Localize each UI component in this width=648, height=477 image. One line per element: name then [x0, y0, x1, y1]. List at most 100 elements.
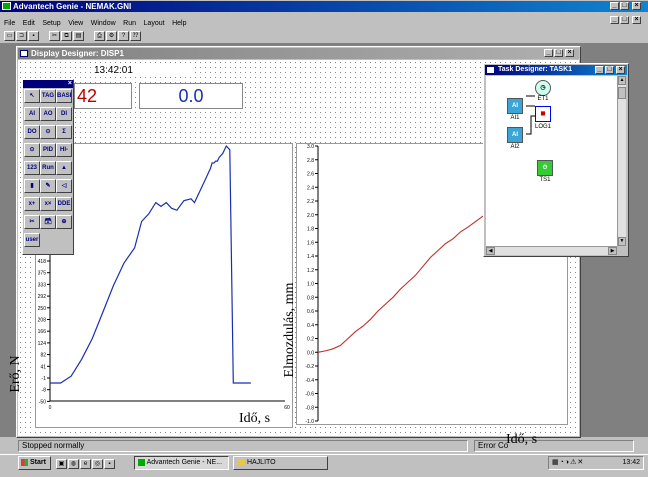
maximize-button[interactable]: □: [620, 2, 629, 10]
print-icon[interactable]: ⎙: [94, 31, 106, 41]
dd-minimize-button[interactable]: _: [544, 49, 553, 57]
media-icon[interactable]: ◎: [92, 459, 103, 469]
browser-icon[interactable]: ◍: [68, 459, 79, 469]
app-icon: [2, 2, 11, 10]
palette-tool-23[interactable]: ⊕: [56, 215, 72, 229]
minimize-button[interactable]: _: [610, 2, 619, 10]
menu-edit[interactable]: Edit: [23, 20, 35, 27]
force-value-display: 42: [74, 83, 132, 109]
palette-tool-11[interactable]: HI-LO: [56, 143, 72, 157]
menu-help[interactable]: Help: [172, 20, 186, 27]
force-y-tick-label: -1: [42, 376, 47, 382]
start-button[interactable]: Start: [18, 456, 51, 470]
menu-run[interactable]: Run: [123, 20, 136, 27]
td-vertical-scrollbar[interactable]: ▲ ▼: [617, 76, 626, 246]
app-title: Advantech Genie - NEMAK.GNI: [13, 2, 132, 11]
paste-icon[interactable]: ▤: [73, 31, 85, 41]
displacement-y-tick-label: 1.0: [307, 282, 314, 288]
palette-tool-4[interactable]: AO: [40, 107, 56, 121]
displacement-y-tick-label: 1.2: [307, 268, 314, 274]
menu-setup[interactable]: Setup: [42, 20, 60, 27]
dd-close-button[interactable]: ×: [565, 49, 574, 57]
force-y-tick-label: -50: [39, 399, 46, 405]
palette-tool-12[interactable]: 123: [24, 161, 40, 175]
config-icon[interactable]: ⚙: [106, 31, 118, 41]
copy-icon[interactable]: ⧉: [61, 31, 73, 41]
ie-icon[interactable]: e: [80, 459, 91, 469]
palette-tool-20[interactable]: DDE: [56, 197, 72, 211]
save-icon[interactable]: ▪: [28, 31, 39, 41]
force-x-tick-label: 60: [284, 405, 290, 411]
palette-tool-22[interactable]: 🗃: [40, 215, 56, 229]
doc-close-button[interactable]: ×: [632, 16, 641, 24]
cut-icon[interactable]: ✂: [49, 31, 61, 41]
palette-tool-3[interactable]: AI: [24, 107, 40, 121]
system-tray: ▦◔◑⚠✕ 13:42: [548, 456, 644, 470]
td-scroll-left-icon[interactable]: ◀: [486, 247, 495, 255]
palette-tool-6[interactable]: DO: [24, 125, 40, 139]
context-help-icon[interactable]: ⁇: [130, 31, 142, 41]
dd-maximize-button[interactable]: □: [554, 49, 563, 57]
taskbar-item-hajlito[interactable]: HAJLITO: [233, 456, 328, 470]
taskbar-item-genie[interactable]: Advantech Genie - NE...: [134, 456, 229, 470]
palette-tool-18[interactable]: x+: [24, 197, 40, 211]
folder-icon: [237, 459, 245, 466]
td-scroll-up-icon[interactable]: ▲: [618, 76, 626, 85]
palette-tool-13[interactable]: Run Avg: [40, 161, 56, 175]
displacement-y-tick-label: 2.6: [307, 172, 314, 178]
td-horizontal-scrollbar[interactable]: ◀ ▶: [486, 246, 617, 255]
displacement-y-tick-label: 0.2: [307, 337, 314, 343]
td-close-button[interactable]: ×: [616, 66, 625, 74]
palette-tool-7[interactable]: ⊙: [40, 125, 56, 139]
palette-close-icon[interactable]: ×: [68, 80, 72, 88]
td-scroll-down-icon[interactable]: ▼: [618, 237, 626, 246]
palette-tool-10[interactable]: PID: [40, 143, 56, 157]
palette-tool-24[interactable]: user prog: [24, 233, 40, 247]
doc-minimize-button[interactable]: _: [610, 16, 619, 24]
palette-tool-9[interactable]: ⊙: [24, 143, 40, 157]
displacement-y-tick-label: 3.0: [307, 144, 314, 150]
palette-tool-16[interactable]: ✎: [40, 179, 56, 193]
close-button[interactable]: ×: [632, 2, 641, 10]
status-text: Stopped normally: [18, 440, 468, 452]
menu-file[interactable]: File: [4, 20, 15, 27]
desktop-icon[interactable]: ▣: [56, 459, 67, 469]
displacement-y-tick-label: 0.6: [307, 309, 314, 315]
displacement-y-tick-label: 0.4: [307, 323, 314, 329]
palette-tool-2[interactable]: BASIC SCRIPT: [56, 89, 72, 103]
palette-tool-15[interactable]: ▮: [24, 179, 40, 193]
palette-tool-5[interactable]: DI: [56, 107, 72, 121]
palette-tool-19[interactable]: x×: [40, 197, 56, 211]
td-maximize-button[interactable]: □: [605, 66, 614, 74]
menu-view[interactable]: View: [68, 20, 83, 27]
new-icon[interactable]: ▭: [4, 31, 15, 41]
menu-layout[interactable]: Layout: [144, 20, 165, 27]
menu-bar: File Edit Setup View Window Run Layout H…: [4, 17, 191, 27]
palette-tool-8[interactable]: Σ: [56, 125, 72, 139]
open-icon[interactable]: ⊐: [16, 31, 27, 41]
palette-tool-0[interactable]: ↖: [24, 89, 40, 103]
display-designer-titlebar: Display Designer: DISP1: [18, 48, 579, 59]
doc-restore-button[interactable]: □: [620, 16, 629, 24]
td-minimize-button[interactable]: _: [595, 66, 604, 74]
menu-window[interactable]: Window: [91, 20, 116, 27]
displacement-y-tick-label: 1.6: [307, 240, 314, 246]
force-y-tick-label: 333: [38, 282, 47, 288]
palette-tool-1[interactable]: TAG: [40, 89, 56, 103]
td-scroll-thumb[interactable]: [618, 87, 626, 99]
displacement-y-tick-label: 1.8: [307, 227, 314, 233]
displacement-y-axis-label: Elmozdulás, mm: [282, 282, 297, 378]
displacement-y-tick-label: 0.0: [307, 350, 314, 356]
help-icon[interactable]: ?: [118, 31, 130, 41]
palette-tool-14[interactable]: ▲: [56, 161, 72, 175]
force-y-tick-label: 82: [40, 353, 46, 359]
palette-tool-21[interactable]: ✂: [24, 215, 40, 229]
td-scroll-right-icon[interactable]: ▶: [608, 247, 617, 255]
displacement-x-axis-label: Idő, s: [506, 432, 538, 447]
force-y-tick-label: 292: [38, 294, 47, 300]
tray-icons: ▦◔◑⚠✕: [552, 459, 585, 466]
taskbar-item-genie-label: Advantech Genie - NE...: [146, 459, 223, 466]
palette-tool-17[interactable]: ◁: [56, 179, 72, 193]
disk-icon[interactable]: ▪: [104, 459, 115, 469]
force-y-tick-label: -8: [42, 388, 47, 394]
